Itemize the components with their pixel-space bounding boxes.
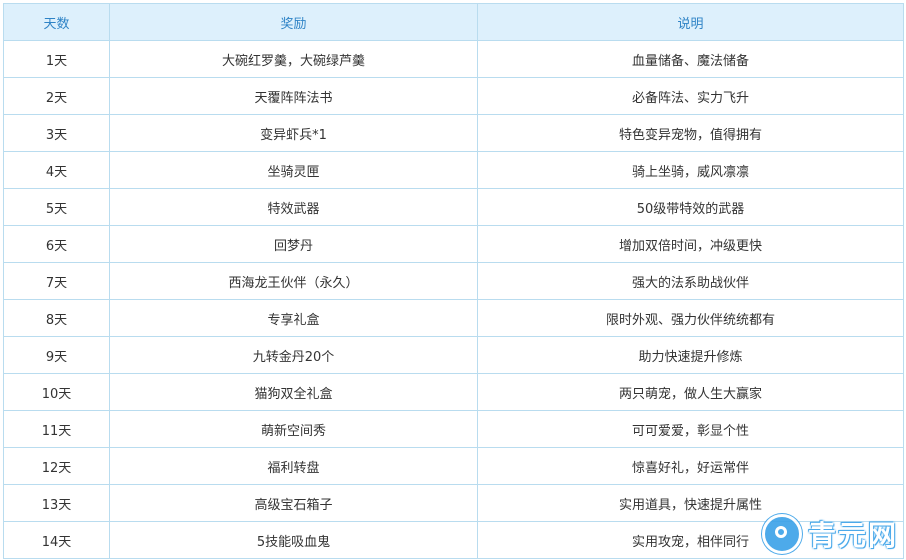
reward-table: 天数 奖励 说明 1天 大碗红罗羹，大碗绿芦羹 血量储备、魔法储备 2天 天覆阵… (3, 3, 904, 559)
description-cell: 实用攻宠，相伴同行 (477, 521, 904, 559)
description-cell: 实用道具，快速提升属性 (477, 484, 904, 522)
table-row: 3天 变异虾兵*1 特色变异宠物，值得拥有 (3, 114, 904, 152)
header-day: 天数 (3, 3, 110, 41)
table-row: 14天 5技能吸血鬼 实用攻宠，相伴同行 (3, 521, 904, 559)
reward-cell: 坐骑灵匣 (109, 151, 478, 189)
table-row: 4天 坐骑灵匣 骑上坐骑，威风凛凛 (3, 151, 904, 189)
day-cell: 11天 (3, 410, 110, 448)
day-cell: 1天 (3, 40, 110, 78)
reward-cell: 猫狗双全礼盒 (109, 373, 478, 411)
header-description: 说明 (477, 3, 904, 41)
description-cell: 强大的法系助战伙伴 (477, 262, 904, 300)
table-row: 12天 福利转盘 惊喜好礼，好运常伴 (3, 447, 904, 485)
reward-cell: 高级宝石箱子 (109, 484, 478, 522)
day-cell: 5天 (3, 188, 110, 226)
reward-cell: 专享礼盒 (109, 299, 478, 337)
day-cell: 12天 (3, 447, 110, 485)
day-cell: 13天 (3, 484, 110, 522)
description-cell: 两只萌宠，做人生大赢家 (477, 373, 904, 411)
description-cell: 惊喜好礼，好运常伴 (477, 447, 904, 485)
table-row: 1天 大碗红罗羹，大碗绿芦羹 血量储备、魔法储备 (3, 40, 904, 78)
table-row: 11天 萌新空间秀 可可爱爱，彰显个性 (3, 410, 904, 448)
header-reward: 奖励 (109, 3, 478, 41)
table-row: 7天 西海龙王伙伴（永久） 强大的法系助战伙伴 (3, 262, 904, 300)
reward-cell: 福利转盘 (109, 447, 478, 485)
day-cell: 3天 (3, 114, 110, 152)
table-row: 9天 九转金丹20个 助力快速提升修炼 (3, 336, 904, 374)
description-cell: 助力快速提升修炼 (477, 336, 904, 374)
description-cell: 特色变异宠物，值得拥有 (477, 114, 904, 152)
day-cell: 9天 (3, 336, 110, 374)
table-row: 2天 天覆阵阵法书 必备阵法、实力飞升 (3, 77, 904, 115)
description-cell: 必备阵法、实力飞升 (477, 77, 904, 115)
description-cell: 可可爱爱，彰显个性 (477, 410, 904, 448)
reward-cell: 大碗红罗羹，大碗绿芦羹 (109, 40, 478, 78)
table-row: 13天 高级宝石箱子 实用道具，快速提升属性 (3, 484, 904, 522)
description-cell: 50级带特效的武器 (477, 188, 904, 226)
reward-cell: 5技能吸血鬼 (109, 521, 478, 559)
table-header-row: 天数 奖励 说明 (3, 3, 904, 41)
day-cell: 14天 (3, 521, 110, 559)
description-cell: 增加双倍时间，冲级更快 (477, 225, 904, 263)
description-cell: 限时外观、强力伙伴统统都有 (477, 299, 904, 337)
reward-cell: 西海龙王伙伴（永久） (109, 262, 478, 300)
day-cell: 10天 (3, 373, 110, 411)
description-cell: 骑上坐骑，威风凛凛 (477, 151, 904, 189)
table-row: 8天 专享礼盒 限时外观、强力伙伴统统都有 (3, 299, 904, 337)
reward-cell: 特效武器 (109, 188, 478, 226)
day-cell: 8天 (3, 299, 110, 337)
table-row: 10天 猫狗双全礼盒 两只萌宠，做人生大赢家 (3, 373, 904, 411)
day-cell: 2天 (3, 77, 110, 115)
reward-cell: 萌新空间秀 (109, 410, 478, 448)
table-body: 1天 大碗红罗羹，大碗绿芦羹 血量储备、魔法储备 2天 天覆阵阵法书 必备阵法、… (3, 40, 904, 559)
table-row: 6天 回梦丹 增加双倍时间，冲级更快 (3, 225, 904, 263)
table-row: 5天 特效武器 50级带特效的武器 (3, 188, 904, 226)
reward-cell: 变异虾兵*1 (109, 114, 478, 152)
reward-cell: 九转金丹20个 (109, 336, 478, 374)
reward-cell: 天覆阵阵法书 (109, 77, 478, 115)
reward-cell: 回梦丹 (109, 225, 478, 263)
day-cell: 6天 (3, 225, 110, 263)
day-cell: 7天 (3, 262, 110, 300)
day-cell: 4天 (3, 151, 110, 189)
description-cell: 血量储备、魔法储备 (477, 40, 904, 78)
